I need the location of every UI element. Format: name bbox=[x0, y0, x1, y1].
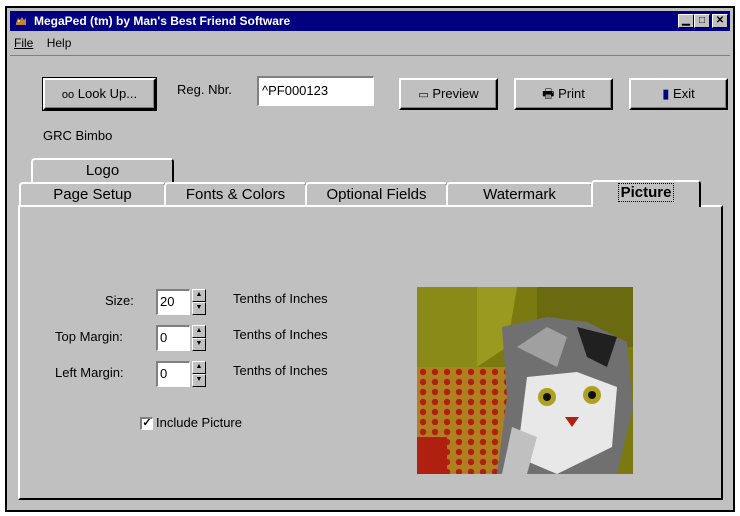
left-margin-spinner[interactable]: 0 ▲ ▼ bbox=[156, 361, 206, 387]
top-margin-unit: Tenths of Inches bbox=[233, 327, 328, 342]
size-unit: Tenths of Inches bbox=[233, 291, 328, 306]
left-margin-label: Left Margin: bbox=[55, 365, 124, 380]
top-margin-input[interactable]: 0 bbox=[156, 325, 190, 351]
menu-bar: File Help bbox=[10, 33, 730, 53]
up-arrow-icon: ▲ bbox=[195, 327, 203, 334]
left-margin-down-arrow[interactable]: ▼ bbox=[192, 374, 206, 387]
tab-optional-fields[interactable]: Optional Fields bbox=[305, 182, 448, 206]
lookup-label: Look Up... bbox=[77, 86, 138, 101]
app-icon bbox=[14, 14, 28, 28]
lookup-button[interactable]: oo Look Up... bbox=[42, 77, 157, 111]
minimize-icon: ▁ bbox=[682, 15, 690, 26]
glasses-icon: oo bbox=[61, 89, 75, 101]
tab-watermark-label: Watermark bbox=[483, 186, 556, 203]
exit-label: Exit bbox=[673, 86, 695, 101]
print-label: Print bbox=[558, 86, 585, 101]
picture-panel: Size: 20 ▲ ▼ Tenths of Inches Top Margin… bbox=[18, 205, 723, 500]
exit-button[interactable]: ▮ Exit bbox=[629, 78, 728, 110]
tab-logo[interactable]: Logo bbox=[31, 158, 174, 182]
left-margin-up-arrow[interactable]: ▲ bbox=[192, 361, 206, 374]
minimize-button[interactable]: ▁ bbox=[678, 14, 694, 28]
dog-name: GRC Bimbo bbox=[43, 128, 113, 143]
close-button[interactable]: ✕ bbox=[712, 14, 728, 28]
tab-optional-fields-label: Optional Fields bbox=[326, 186, 427, 203]
title-bar: MegaPed (tm) by Man's Best Friend Softwa… bbox=[10, 11, 730, 31]
preview-button[interactable]: ▭ Preview bbox=[399, 78, 498, 110]
dog-picture bbox=[417, 287, 633, 474]
left-margin-unit: Tenths of Inches bbox=[233, 363, 328, 378]
size-down-arrow[interactable]: ▼ bbox=[192, 302, 206, 315]
tab-watermark[interactable]: Watermark bbox=[446, 182, 593, 206]
printer-icon: 🖶 bbox=[542, 86, 555, 101]
tab-control: Logo Page Setup Fonts & Colors Optional … bbox=[10, 158, 730, 508]
up-arrow-icon: ▲ bbox=[195, 363, 203, 370]
tab-fonts-colors-label: Fonts & Colors bbox=[185, 186, 286, 203]
preview-label: Preview bbox=[432, 86, 479, 101]
include-picture-label: Include Picture bbox=[156, 415, 242, 430]
menu-file[interactable]: File bbox=[14, 36, 33, 50]
down-arrow-icon: ▼ bbox=[195, 304, 203, 311]
tab-page-setup-label: Page Setup bbox=[53, 186, 132, 203]
size-label: Size: bbox=[105, 293, 134, 308]
down-arrow-icon: ▼ bbox=[195, 376, 203, 383]
tab-page-setup[interactable]: Page Setup bbox=[19, 182, 166, 206]
maximize-button[interactable]: □ bbox=[694, 14, 710, 28]
top-margin-up-arrow[interactable]: ▲ bbox=[192, 325, 206, 338]
close-icon: ✕ bbox=[715, 15, 725, 26]
preview-icon: ▭ bbox=[418, 89, 429, 101]
top-margin-down-arrow[interactable]: ▼ bbox=[192, 338, 206, 351]
left-margin-input[interactable]: 0 bbox=[156, 361, 190, 387]
toolbar-panel: oo Look Up... Reg. Nbr. ^PF000123 ▭ Prev… bbox=[10, 55, 730, 156]
reg-nbr-label: Reg. Nbr. bbox=[177, 82, 232, 97]
up-arrow-icon: ▲ bbox=[195, 291, 203, 298]
include-picture-checkbox[interactable]: ✓ bbox=[140, 417, 153, 430]
reg-nbr-input[interactable]: ^PF000123 bbox=[257, 76, 374, 106]
app-window: MegaPed (tm) by Man's Best Friend Softwa… bbox=[5, 6, 735, 512]
tab-picture-label: Picture bbox=[617, 183, 675, 202]
size-up-arrow[interactable]: ▲ bbox=[192, 289, 206, 302]
top-margin-spinner[interactable]: 0 ▲ ▼ bbox=[156, 325, 206, 351]
tab-logo-label: Logo bbox=[85, 162, 120, 179]
tab-fonts-colors[interactable]: Fonts & Colors bbox=[164, 182, 307, 206]
size-spinner[interactable]: 20 ▲ ▼ bbox=[156, 289, 206, 315]
window-title: MegaPed (tm) by Man's Best Friend Softwa… bbox=[34, 14, 291, 28]
menu-help[interactable]: Help bbox=[47, 36, 72, 50]
maximize-icon: □ bbox=[698, 15, 706, 26]
size-input[interactable]: 20 bbox=[156, 289, 190, 315]
tab-picture[interactable]: Picture bbox=[591, 180, 701, 207]
down-arrow-icon: ▼ bbox=[195, 340, 203, 347]
print-button[interactable]: 🖶 Print bbox=[514, 78, 613, 110]
exit-icon: ▮ bbox=[662, 86, 670, 101]
top-margin-label: Top Margin: bbox=[55, 329, 123, 344]
